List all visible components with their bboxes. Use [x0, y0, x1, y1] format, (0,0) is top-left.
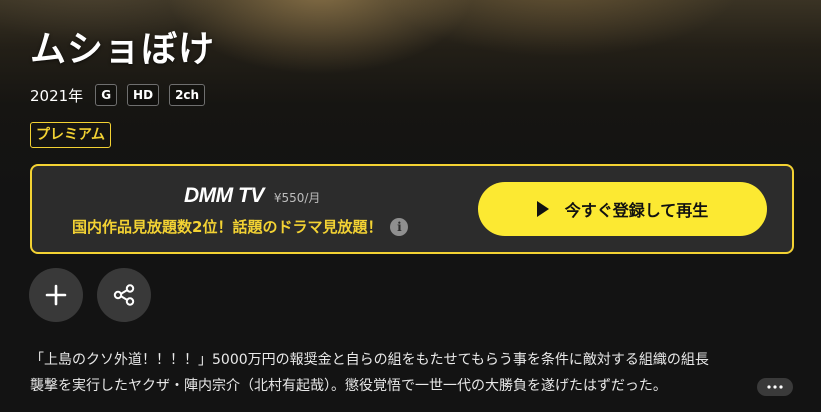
synopsis-line: 「上島のクソ外道！！！！」5000万円の報奨金と自らの組をもたせてもらう事を条件… [30, 352, 709, 368]
add-to-list-button[interactable] [29, 268, 83, 322]
share-button[interactable] [97, 268, 151, 322]
premium-badge: プレミアム [30, 122, 112, 148]
subscribe-play-button[interactable]: 今すぐ登録して再生 [478, 182, 767, 236]
synopsis-line: 襲撃を実行したヤクザ・陣内宗介（北村有起哉）。懲役覚悟で一世一代の大勝負を遂げた… [30, 378, 667, 394]
title-detail-page: ムショぼけ 2021年 G HD 2ch プレミアム DMM TV ¥550/月… [0, 0, 821, 412]
play-icon [536, 201, 549, 217]
release-year: 2021年 [30, 86, 84, 105]
plus-icon [45, 284, 67, 306]
audio-channel-badge: 2ch [169, 84, 206, 106]
hd-badge: HD [127, 84, 160, 106]
share-icon [113, 284, 135, 306]
price-label: ¥550/月 [273, 191, 321, 205]
dmm-tv-logo: DMM TV [184, 184, 264, 207]
promo-text: 国内作品見放題数2位！話題のドラマ見放題！ [72, 218, 383, 236]
play-button-label: 今すぐ登録して再生 [564, 201, 709, 220]
ellipsis-icon [767, 385, 783, 389]
rating-badge: G [95, 84, 118, 106]
expand-synopsis-button[interactable] [757, 378, 793, 396]
synopsis: 「上島のクソ外道！！！！」5000万円の報奨金と自らの組をもたせてもらう事を条件… [30, 347, 800, 399]
brand-row: DMM TV ¥550/月 [184, 184, 320, 208]
title-meta: 2021年 G HD 2ch [30, 84, 215, 106]
subscribe-panel: DMM TV ¥550/月 国内作品見放題数2位！話題のドラマ見放題！ i 今す… [30, 164, 794, 254]
info-icon[interactable]: i [390, 217, 409, 236]
promo-row: 国内作品見放題数2位！話題のドラマ見放題！ i [72, 216, 409, 237]
page-title: ムショぼけ [30, 29, 216, 70]
